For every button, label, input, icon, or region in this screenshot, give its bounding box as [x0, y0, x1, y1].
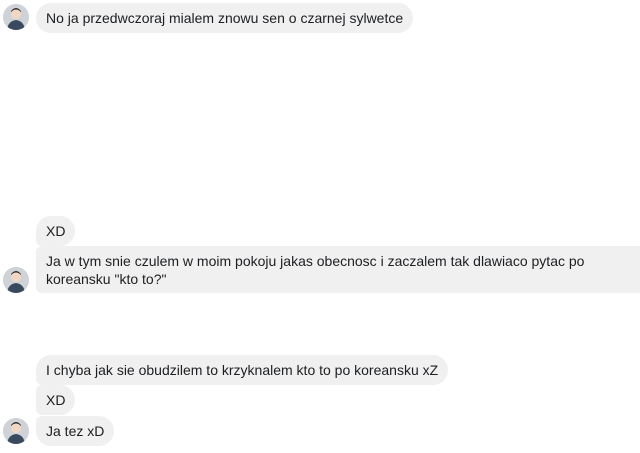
message-bubble[interactable]: XD — [36, 385, 76, 415]
message-text: Ja w tym snie czulem w moim pokoju jakas… — [46, 253, 585, 287]
message-text: Ja tez xD — [46, 423, 105, 439]
person-avatar-icon — [3, 4, 29, 30]
sender-avatar[interactable] — [3, 4, 29, 30]
chat-thread: No ja przedwczoraj mialem znowu sen o cz… — [0, 0, 640, 453]
message-bubble[interactable]: No ja przedwczoraj mialem znowu sen o cz… — [36, 3, 414, 33]
message-bubble[interactable]: Ja tez xD — [36, 416, 115, 446]
person-avatar-icon — [3, 267, 29, 293]
person-avatar-icon — [3, 418, 29, 444]
message-bubble[interactable]: Ja w tym snie czulem w moim pokoju jakas… — [36, 246, 640, 293]
message-bubble[interactable]: I chyba jak sie obudzilem to krzyknalem … — [36, 355, 449, 385]
message-text: XD — [46, 223, 66, 239]
message-text: No ja przedwczoraj mialem znowu sen o cz… — [46, 10, 404, 26]
sender-avatar[interactable] — [3, 267, 29, 293]
message-text: XD — [46, 392, 66, 408]
message-text: I chyba jak sie obudzilem to krzyknalem … — [46, 362, 439, 378]
message-bubble[interactable]: XD — [36, 216, 76, 246]
sender-avatar[interactable] — [3, 418, 29, 444]
